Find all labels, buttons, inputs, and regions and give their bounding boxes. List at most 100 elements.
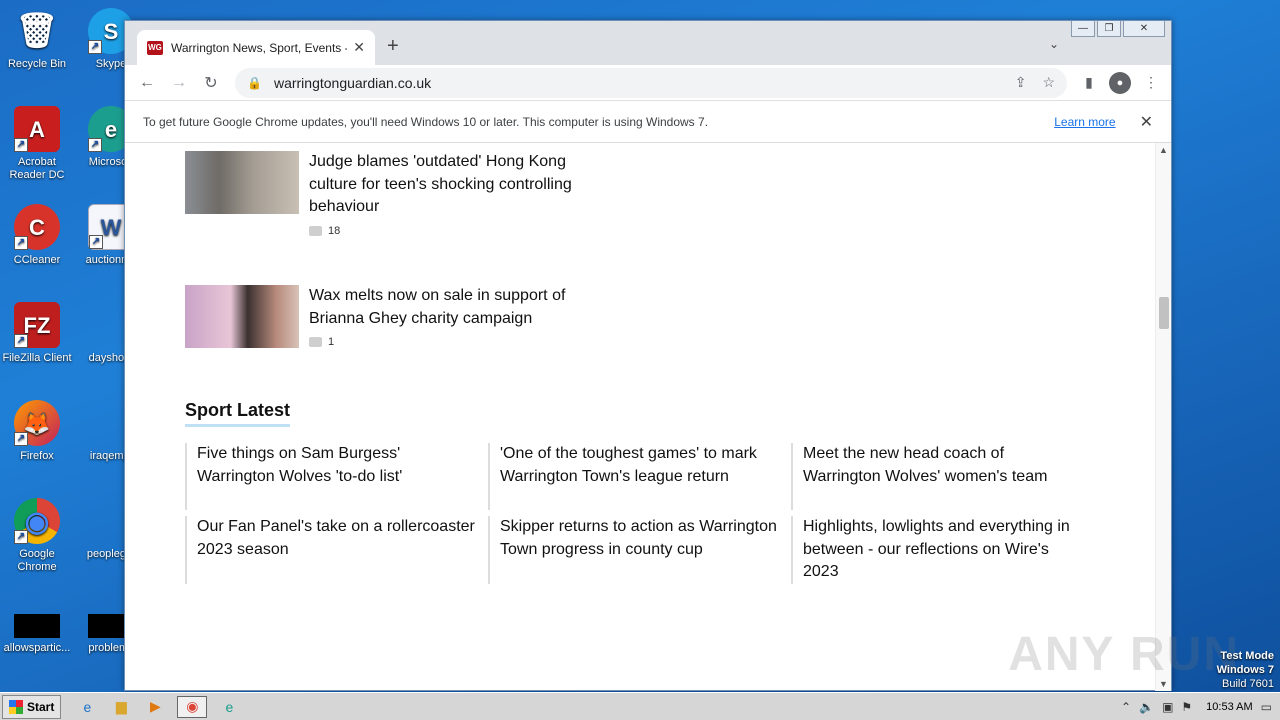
windows-flag-icon [9,699,23,714]
article-title[interactable]: Wax melts now on sale in support of Bria… [309,285,599,330]
scrollbar-thumb[interactable] [1159,297,1169,329]
desktop-icon-label: Recycle Bin [7,58,67,70]
update-infobar: To get future Google Chrome updates, you… [125,101,1171,143]
sport-headline[interactable]: Meet the new head coach of Warrington Wo… [791,443,1091,510]
page-viewport: Judge blames 'outdated' Hong Kong cultur… [125,143,1171,691]
desktop-icon-label: allowspartic... [3,642,71,654]
edge-taskbar-icon[interactable]: e [217,696,241,718]
chrome-menu-icon[interactable]: ⋮ [1139,71,1163,95]
favicon-icon: WG [147,40,163,55]
infobar-close-icon[interactable]: ✕ [1140,112,1153,132]
desktop-icon-label: Google Chrome [17,548,57,573]
infobar-message: To get future Google Chrome updates, you… [143,114,709,129]
desktop-icon-chrome[interactable]: ◉ ↗ Google Chrome [0,498,74,574]
filezilla-icon: FZ ↗ [14,302,60,348]
bookmark-star-icon[interactable]: ☆ [1042,74,1055,91]
tab-warrington-guardian[interactable]: WG Warrington News, Sport, Events - W ✕ [137,30,375,65]
address-bar[interactable]: 🔒 warringtonguardian.co.uk ⇪ ☆ [235,67,1067,98]
action-center-flag-icon[interactable]: ⚑ [1181,700,1192,714]
sport-headline[interactable]: Five things on Sam Burgess' Warrington W… [185,443,488,510]
desktop-icon-ccleaner[interactable]: C ↗ CCleaner [0,204,74,267]
desktop-icon-label: FileZilla Client [2,352,72,364]
comment-count-value: 18 [328,224,341,237]
ccleaner-icon: C ↗ [14,204,60,250]
lock-icon[interactable]: 🔒 [247,76,262,90]
learn-more-link[interactable]: Learn more [1054,115,1115,129]
sport-latest-grid: Five things on Sam Burgess' Warrington W… [185,443,1091,584]
desktop-icon-acrobat[interactable]: A ↗ Acrobat Reader DC [0,106,74,182]
network-icon[interactable]: ▣ [1162,700,1173,714]
browser-toolbar: ← → ↻ 🔒 warringtonguardian.co.uk ⇪ ☆ ▮ ●… [125,65,1171,101]
sport-latest-heading: Sport Latest [185,400,291,427]
shortcut-arrow-icon: ↗ [88,40,102,54]
shortcut-arrow-icon: ↗ [88,138,102,152]
share-icon[interactable]: ⇪ [1015,74,1027,91]
article-thumbnail[interactable] [185,285,299,348]
comment-count[interactable]: 18 [309,225,609,237]
scroll-up-arrow-icon[interactable]: ▲ [1159,145,1168,155]
forward-button[interactable]: → [165,69,193,97]
tab-search-chevron-icon[interactable]: ⌄ [1049,37,1059,51]
comment-bubble-icon [309,337,322,347]
chrome-icon: ◉ ↗ [14,498,60,544]
sport-headline[interactable]: Highlights, lowlights and everything in … [791,516,1091,584]
desktop-icon-filezilla[interactable]: FZ ↗ FileZilla Client [0,302,74,365]
article-item[interactable]: Wax melts now on sale in support of Bria… [185,285,625,348]
chrome-window: WG Warrington News, Sport, Events - W ✕ … [124,20,1172,691]
chrome-taskbar-icon[interactable]: ◉ [177,695,208,718]
tab-strip: WG Warrington News, Sport, Events - W ✕ … [125,21,1171,65]
anyrun-watermark: ANY RUN [1008,628,1240,681]
back-button[interactable]: ← [133,69,161,97]
desktop-icon-recycle-bin[interactable]: 🗑 Recycle Bin [0,8,74,71]
system-tray: ⌃ 🔈 ▣ ⚑ 10:53 AM ▭ [1121,700,1280,714]
desktop-icon-allowspartic[interactable]: allowspartic... [0,614,74,655]
maximize-button[interactable]: ❐ [1097,21,1121,37]
new-tab-button[interactable]: + [387,35,399,58]
internet-explorer-icon[interactable]: e [75,696,99,718]
tab-close-icon[interactable]: ✕ [353,39,365,56]
reload-button[interactable]: ↻ [197,69,225,97]
article-title[interactable]: Judge blames 'outdated' Hong Kong cultur… [309,151,609,219]
clock[interactable]: 10:53 AM [1206,701,1252,713]
tab-title: Warrington News, Sport, Events - W [171,40,348,55]
comment-count-value: 1 [328,336,335,348]
shortcut-arrow-icon: ↗ [14,138,28,152]
minimize-button[interactable]: — [1071,21,1095,37]
sport-headline[interactable]: Our Fan Panel's take on a rollercoaster … [185,516,488,584]
volume-icon[interactable]: 🔈 [1139,700,1154,714]
show-desktop-icon[interactable]: ▭ [1261,700,1272,714]
firefox-icon: 🦊 ↗ [14,400,60,446]
article-item[interactable]: Judge blames 'outdated' Hong Kong cultur… [185,151,625,237]
shortcut-arrow-icon: ↗ [14,432,28,446]
shortcut-arrow-icon: ↗ [14,334,28,348]
article-thumbnail[interactable] [185,151,299,214]
side-panel-icon[interactable]: ▮ [1077,71,1101,95]
sport-headline[interactable]: Skipper returns to action as Warrington … [488,516,791,584]
shortcut-arrow-icon: ↗ [89,235,103,249]
taskbar: Start e ▆ ▶ ◉ e ⌃ 🔈 ▣ ⚑ 10:53 AM ▭ [0,692,1280,720]
start-label: Start [27,699,55,714]
desktop-icon-label: Firefox [20,450,54,462]
window-controls: — ❐ ✕ [1071,21,1165,37]
sport-headline[interactable]: 'One of the toughest games' to mark Warr… [488,443,791,510]
comment-count[interactable]: 1 [309,336,599,348]
test-mode-line1: Test Mode [1220,650,1274,662]
desktop-icon-label: Acrobat Reader DC [9,156,65,181]
desktop-icon-firefox[interactable]: 🦊 ↗ Firefox [0,400,74,463]
show-hidden-icons-icon[interactable]: ⌃ [1121,700,1131,714]
recycle-bin-icon: 🗑 [15,11,59,50]
start-button[interactable]: Start [2,694,62,719]
vertical-scrollbar[interactable]: ▲ ▼ [1155,143,1171,691]
shortcut-arrow-icon: ↗ [14,530,28,544]
desktop-icon-label: CCleaner [13,254,61,266]
black-file-icon [14,614,60,638]
acrobat-icon: A ↗ [14,106,60,152]
test-mode-line2: Windows 7 [1216,664,1274,676]
media-player-icon[interactable]: ▶ [143,696,167,718]
profile-avatar-icon[interactable]: ● [1109,71,1131,94]
url-text: warringtonguardian.co.uk [273,74,432,91]
shortcut-arrow-icon: ↗ [14,236,28,250]
close-window-button[interactable]: ✕ [1123,21,1165,37]
file-explorer-icon[interactable]: ▆ [109,696,133,718]
comment-bubble-icon [309,225,322,236]
